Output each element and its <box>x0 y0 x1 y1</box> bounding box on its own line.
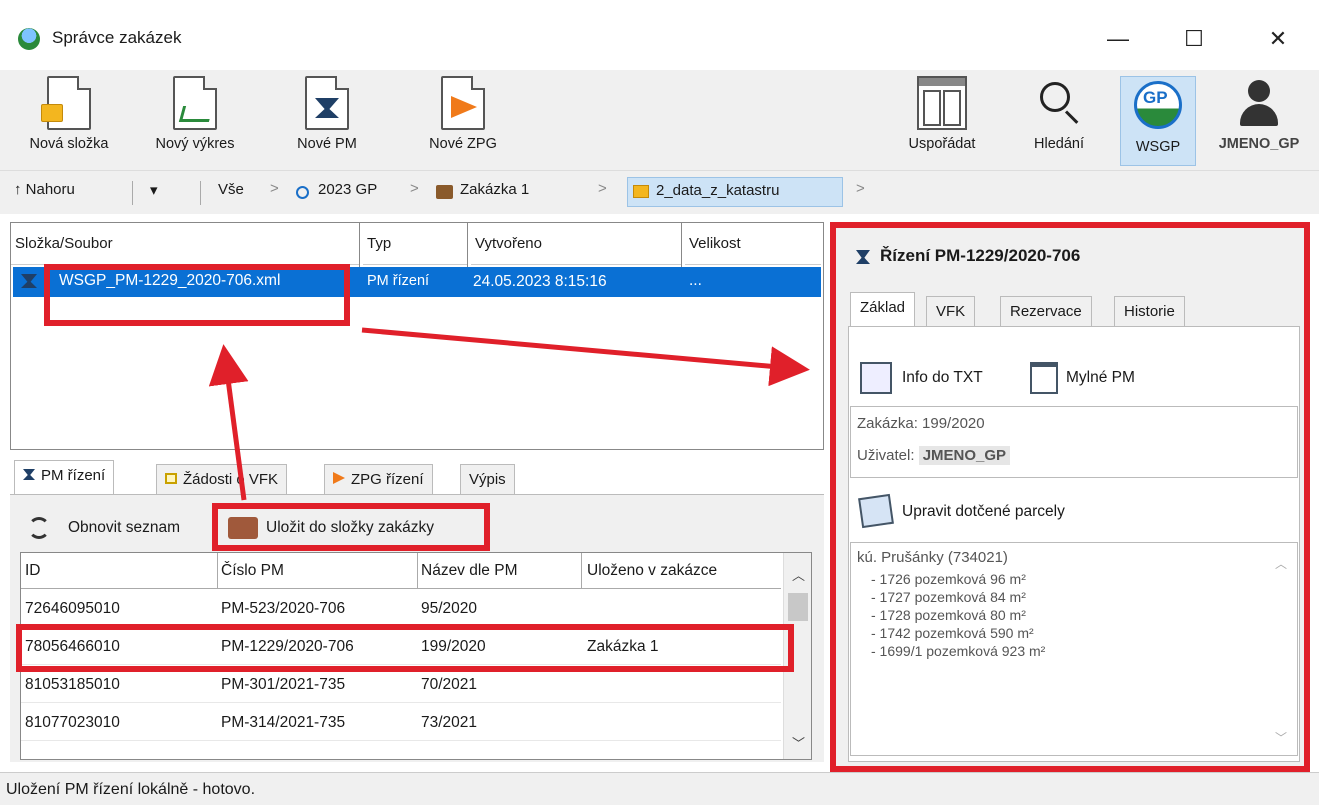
annotation-arrows <box>208 327 810 501</box>
status-text: Uložení PM řízení lokálně - hotovo. <box>6 781 256 798</box>
status-bar: Uložení PM řízení lokálně - hotovo. <box>0 772 1319 805</box>
arrow-to-file <box>208 344 249 501</box>
arrow-to-detail <box>361 327 810 387</box>
